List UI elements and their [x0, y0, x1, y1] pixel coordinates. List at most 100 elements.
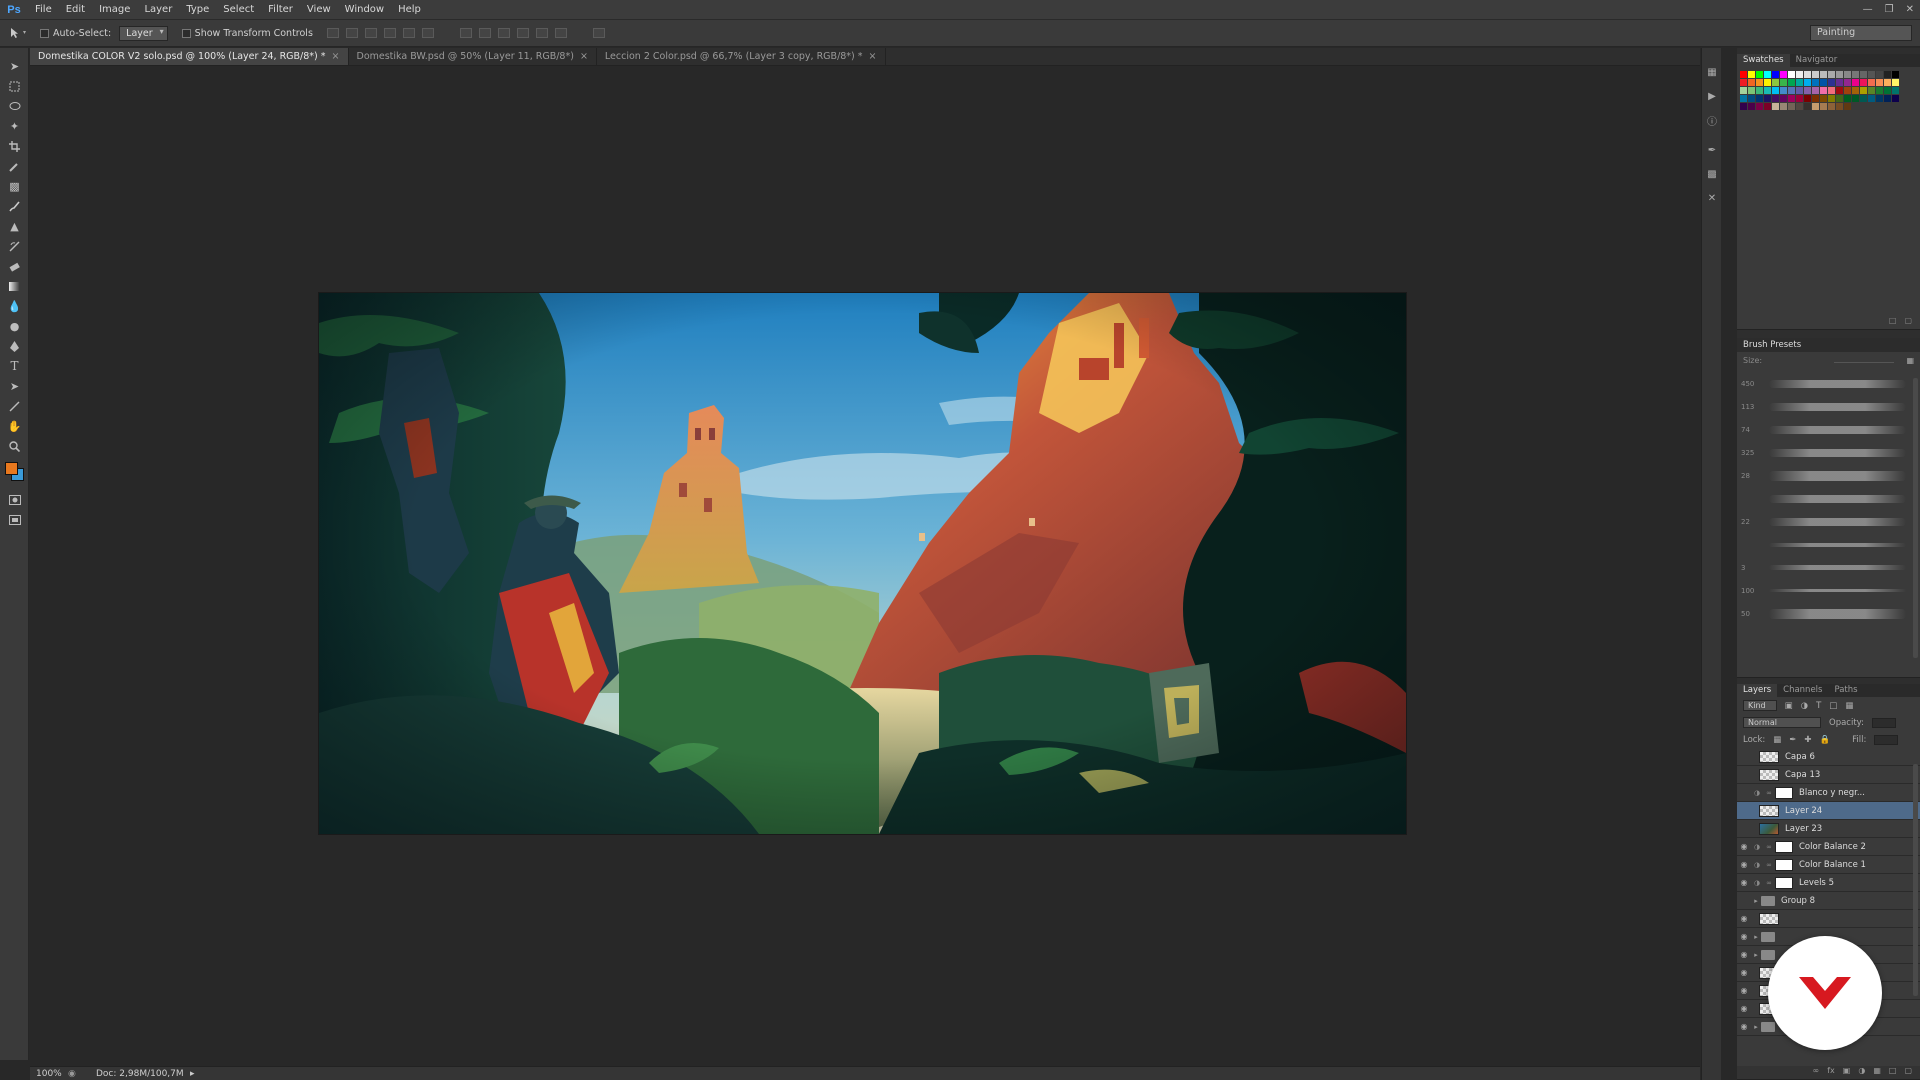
chain-link-icon[interactable]: ∞ — [1763, 879, 1775, 887]
brush-preset[interactable]: 22 — [1741, 510, 1916, 533]
chain-link-icon[interactable]: ∞ — [1763, 861, 1775, 869]
align-bottom-icon[interactable] — [364, 28, 377, 38]
color-swatch[interactable] — [1796, 79, 1803, 86]
distribute-vcenter-icon[interactable] — [478, 28, 491, 38]
brush-list-scrollbar[interactable] — [1913, 378, 1918, 658]
align-right-icon[interactable] — [421, 28, 434, 38]
visibility-eye-icon[interactable]: ◉ — [1737, 968, 1751, 977]
chain-link-icon[interactable]: ∞ — [1763, 789, 1775, 797]
visibility-eye-icon[interactable]: ◉ — [1737, 932, 1751, 941]
visibility-eye-icon[interactable]: ◉ — [1737, 1004, 1751, 1013]
color-swatch[interactable] — [1748, 71, 1755, 78]
color-swatch[interactable] — [1772, 87, 1779, 94]
color-swatch[interactable] — [1828, 95, 1835, 102]
status-info-icon[interactable]: ◉ — [68, 1069, 82, 1079]
menu-window[interactable]: Window — [338, 0, 391, 19]
color-swatch[interactable] — [1788, 87, 1795, 94]
color-swatch[interactable] — [1876, 87, 1883, 94]
visibility-eye-icon[interactable]: ◉ — [1737, 1022, 1751, 1031]
color-swatch[interactable] — [1748, 79, 1755, 86]
color-swatch[interactable] — [1764, 95, 1771, 102]
color-swatch[interactable] — [1828, 103, 1835, 110]
expand-arrow-icon[interactable]: ▸ — [1751, 933, 1761, 941]
color-swatch[interactable] — [1860, 95, 1867, 102]
color-swatch[interactable] — [1788, 103, 1795, 110]
color-swatch[interactable] — [1868, 71, 1875, 78]
brush-tool-icon[interactable] — [0, 196, 29, 216]
layer-mask-thumbnail[interactable] — [1775, 876, 1793, 889]
line-tool-icon[interactable] — [0, 396, 29, 416]
layer-mask-thumbnail[interactable] — [1775, 786, 1793, 799]
filter-smart-icon[interactable]: ▦ — [1845, 701, 1853, 711]
move-tool-icon[interactable]: ➤ — [0, 56, 29, 76]
layer-row[interactable]: ◉ ◑ ∞ Color Balance 2 — [1737, 838, 1920, 856]
menu-image[interactable]: Image — [92, 0, 137, 19]
color-swatch[interactable] — [1820, 95, 1827, 102]
menu-select[interactable]: Select — [216, 0, 261, 19]
blend-mode-select[interactable]: Normal — [1743, 717, 1821, 728]
color-swatch[interactable] — [1884, 79, 1891, 86]
menu-filter[interactable]: Filter — [261, 0, 300, 19]
document-canvas[interactable] — [319, 293, 1406, 834]
color-swatch[interactable] — [1828, 87, 1835, 94]
menu-type[interactable]: Type — [179, 0, 216, 19]
zoom-tool-icon[interactable] — [0, 436, 29, 456]
color-picker-chips[interactable] — [0, 456, 29, 490]
lock-transparent-icon[interactable]: ▦ — [1773, 735, 1781, 745]
menu-layer[interactable]: Layer — [137, 0, 179, 19]
canvas-workspace[interactable] — [30, 67, 1700, 1070]
color-swatch[interactable] — [1884, 87, 1891, 94]
color-swatch[interactable] — [1844, 71, 1851, 78]
color-swatch[interactable] — [1820, 87, 1827, 94]
align-left-icon[interactable] — [383, 28, 396, 38]
color-swatch[interactable] — [1876, 71, 1883, 78]
visibility-eye-icon[interactable]: ◉ — [1737, 914, 1751, 923]
color-swatch[interactable] — [1780, 103, 1787, 110]
new-layer-icon[interactable]: □ — [1889, 1066, 1897, 1079]
foreground-color-swatch[interactable] — [5, 462, 18, 475]
quick-mask-icon[interactable] — [0, 490, 29, 510]
layer-style-icon[interactable]: fx — [1827, 1066, 1835, 1079]
expand-arrow-icon[interactable]: ▸ — [1751, 951, 1761, 959]
brush-preset[interactable]: 3 — [1741, 556, 1916, 579]
color-swatch[interactable] — [1868, 95, 1875, 102]
brush-preset[interactable]: 50 — [1741, 602, 1916, 625]
visibility-eye-icon[interactable]: ◉ — [1737, 878, 1751, 887]
gradient-tool-icon[interactable] — [0, 276, 29, 296]
delete-swatch-icon[interactable]: ▢ — [1904, 316, 1912, 325]
color-swatch[interactable] — [1852, 79, 1859, 86]
close-icon[interactable]: × — [580, 51, 588, 62]
lock-all-icon[interactable]: 🔒 — [1820, 735, 1831, 745]
color-swatch[interactable] — [1740, 79, 1747, 86]
brush-size-slider[interactable] — [1834, 357, 1895, 363]
align-hcenter-icon[interactable] — [402, 28, 415, 38]
eraser-tool-icon[interactable] — [0, 256, 29, 276]
color-swatch[interactable] — [1780, 87, 1787, 94]
color-swatch[interactable] — [1876, 79, 1883, 86]
color-swatch[interactable] — [1772, 71, 1779, 78]
color-swatch[interactable] — [1844, 103, 1851, 110]
color-swatch[interactable] — [1812, 71, 1819, 78]
color-swatch[interactable] — [1820, 79, 1827, 86]
zoom-level[interactable]: 100% — [30, 1069, 68, 1079]
color-swatch[interactable] — [1876, 95, 1883, 102]
delete-layer-icon[interactable]: ▢ — [1904, 1066, 1912, 1079]
history-brush-tool-icon[interactable] — [0, 236, 29, 256]
layer-row[interactable]: Layer 24 — [1737, 802, 1920, 820]
actions-panel-icon[interactable]: ▶ — [1702, 84, 1722, 108]
color-swatch[interactable] — [1788, 79, 1795, 86]
distribute-left-icon[interactable] — [516, 28, 529, 38]
tab-domestika-bw[interactable]: Domestika BW.psd @ 50% (Layer 11, RGB/8*… — [349, 48, 597, 65]
color-swatch[interactable] — [1828, 79, 1835, 86]
auto-select-checkbox[interactable] — [40, 28, 49, 38]
color-swatch[interactable] — [1788, 71, 1795, 78]
color-swatch[interactable] — [1836, 95, 1843, 102]
fill-field[interactable] — [1874, 734, 1899, 745]
close-icon[interactable]: ✕ — [1906, 4, 1914, 15]
color-swatch[interactable] — [1788, 95, 1795, 102]
tab-channels[interactable]: Channels — [1777, 684, 1828, 697]
color-swatch[interactable] — [1756, 71, 1763, 78]
visibility-eye-icon[interactable]: ◉ — [1737, 860, 1751, 869]
filter-shape-icon[interactable]: □ — [1829, 701, 1837, 711]
brush-preset[interactable]: 450 — [1741, 372, 1916, 395]
